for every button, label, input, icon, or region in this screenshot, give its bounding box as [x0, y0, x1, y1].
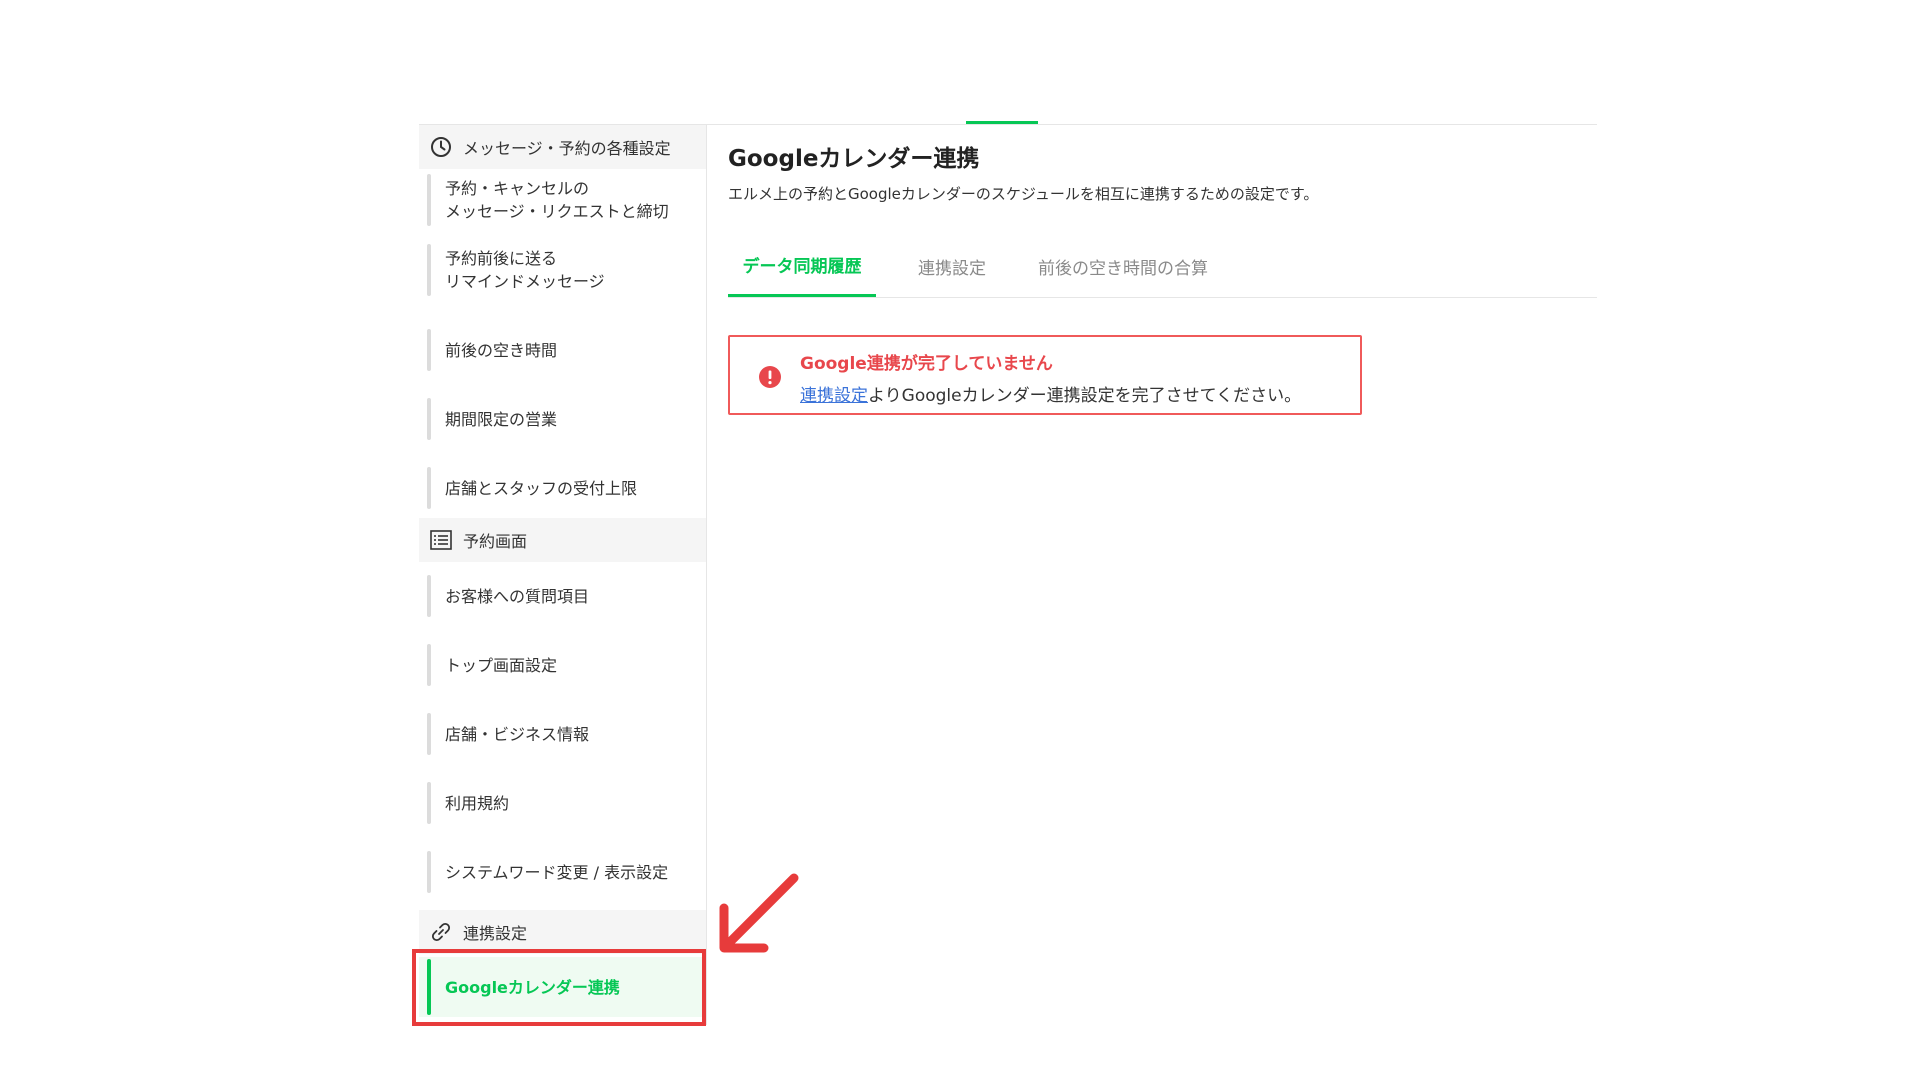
page-description: エルメ上の予約とGoogleカレンダーのスケジュールを相互に連携するための設定で…: [728, 185, 1319, 203]
sidebar-item-top-screen[interactable]: トップ画面設定: [419, 642, 706, 688]
alert-message-text: よりGoogleカレンダー連携設定を完了させてください。: [868, 386, 1302, 406]
sidebar-item-label: 期間限定の営業: [445, 409, 558, 429]
list-icon: [429, 528, 453, 552]
alert-title: Google連携が完了していません: [800, 354, 1053, 374]
sidebar-item-label: トップ画面設定: [445, 655, 558, 675]
sidebar-item-label: お客様への質問項目: [445, 586, 590, 606]
alert-message: 連携設定よりGoogleカレンダー連携設定を完了させてください。: [800, 381, 1301, 406]
sidebar-item-reminder-messages[interactable]: 予約前後に送る リマインドメッセージ: [419, 242, 706, 298]
sidebar-section-reservation-screen: 予約画面: [419, 518, 706, 562]
tab-data-sync-history[interactable]: データ同期履歴: [728, 235, 876, 297]
warning-icon: [759, 366, 781, 388]
link-icon: [429, 920, 453, 944]
tab-buffer-time-sum[interactable]: 前後の空き時間の合算: [1028, 235, 1218, 297]
sidebar-item-label: システムワード変更 / 表示設定: [445, 862, 669, 882]
integration-settings-link[interactable]: 連携設定: [800, 386, 868, 406]
sidebar-item-label: 予約前後に送る リマインドメッセージ: [445, 249, 605, 291]
sidebar-item-label: 前後の空き時間: [445, 340, 558, 360]
sidebar-item-label: 店舗とスタッフの受付上限: [445, 478, 638, 498]
page-title: Googleカレンダー連携: [728, 146, 980, 172]
sidebar-section-title: 予約画面: [463, 532, 528, 551]
tab-integration-settings[interactable]: 連携設定: [910, 235, 994, 297]
settings-sidebar: メッセージ・予約の各種設定 予約・キャンセルの メッセージ・リクエストと締切 予…: [419, 125, 707, 1025]
sidebar-item-customer-questions[interactable]: お客様への質問項目: [419, 573, 706, 619]
sidebar-section-title: メッセージ・予約の各種設定: [463, 139, 671, 158]
sidebar-item-label: 予約・キャンセルの メッセージ・リクエストと締切: [445, 179, 669, 221]
sidebar-item-system-words[interactable]: システムワード変更 / 表示設定: [419, 849, 706, 895]
sidebar-item-label: 利用規約: [445, 793, 510, 813]
sidebar-item-business-info[interactable]: 店舗・ビジネス情報: [419, 711, 706, 757]
tab-bar: データ同期履歴 連携設定 前後の空き時間の合算: [728, 235, 1597, 298]
integration-alert: Google連携が完了していません 連携設定よりGoogleカレンダー連携設定を…: [728, 335, 1362, 415]
sidebar-item-capacity-limit[interactable]: 店舗とスタッフの受付上限: [419, 465, 706, 511]
sidebar-item-buffer-time[interactable]: 前後の空き時間: [419, 327, 706, 373]
sidebar-section-integration: 連携設定: [419, 910, 706, 954]
clock-icon: [429, 135, 453, 159]
sidebar-item-terms[interactable]: 利用規約: [419, 780, 706, 826]
sidebar-item-reservation-messages[interactable]: 予約・キャンセルの メッセージ・リクエストと締切: [419, 172, 706, 228]
sidebar-section-title: 連携設定: [463, 924, 528, 943]
sidebar-item-label: 店舗・ビジネス情報: [445, 724, 590, 744]
sidebar-section-message-settings: メッセージ・予約の各種設定: [419, 125, 706, 169]
highlight-box: [412, 949, 706, 1026]
pointer-arrow-icon: [719, 873, 799, 953]
sidebar-item-limited-hours[interactable]: 期間限定の営業: [419, 396, 706, 442]
